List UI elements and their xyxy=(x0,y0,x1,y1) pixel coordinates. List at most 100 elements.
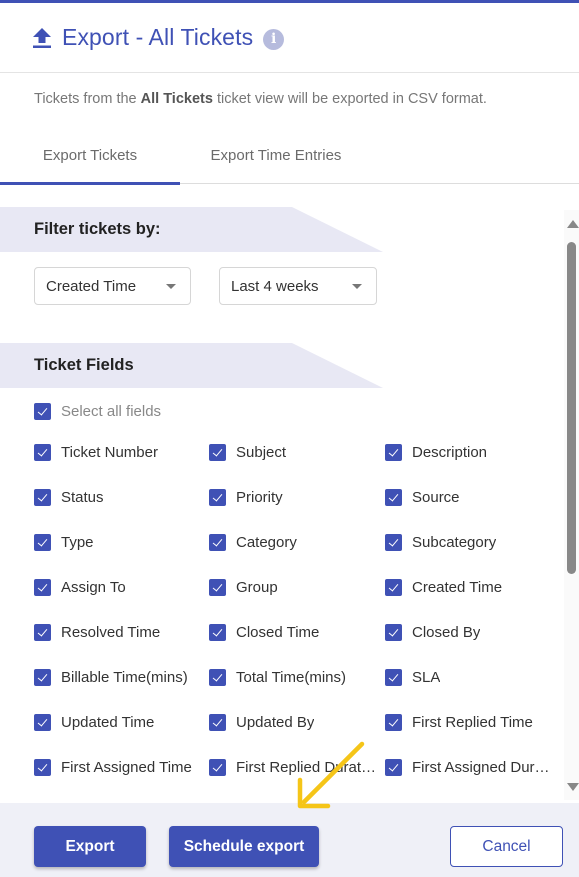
ticket-field-checkbox[interactable]: First Assigned Dur… xyxy=(385,759,550,776)
scroll-up-arrow-icon[interactable] xyxy=(567,220,579,228)
checkbox-checked-icon xyxy=(34,759,51,776)
checkbox-checked-icon xyxy=(385,489,402,506)
ticket-field-label: SLA xyxy=(412,669,441,686)
ticket-field-label: First Replied Time xyxy=(412,714,533,731)
ticket-field-checkbox[interactable]: Priority xyxy=(209,489,283,506)
checkbox-checked-icon xyxy=(385,444,402,461)
ticket-field-label: Source xyxy=(412,489,460,506)
ticket-field-checkbox[interactable]: First Assigned Time xyxy=(34,759,192,776)
checkbox-checked-icon xyxy=(34,489,51,506)
ticket-field-checkbox[interactable]: First Replied Durat… xyxy=(209,759,376,776)
schedule-export-button[interactable]: Schedule export xyxy=(169,826,319,867)
checkbox-checked-icon xyxy=(385,669,402,686)
ticket-field-checkbox[interactable]: Group xyxy=(209,579,278,596)
dialog-title: Export - All Tickets xyxy=(62,24,254,50)
ticket-field-label: Priority xyxy=(236,489,283,506)
checkbox-checked-icon xyxy=(34,579,51,596)
filter-range-select[interactable]: Last 4 weeks xyxy=(219,267,377,305)
upload-icon xyxy=(33,27,51,48)
ticket-field-label: First Assigned Dur… xyxy=(412,759,550,776)
select-all-label: Select all fields xyxy=(61,403,162,420)
ticket-field-checkbox[interactable]: Status xyxy=(34,489,104,506)
ticket-field-checkbox[interactable]: Subcategory xyxy=(385,534,496,551)
ticket-field-checkbox[interactable]: First Replied Time xyxy=(385,714,533,731)
ticket-field-label: Created Time xyxy=(412,579,503,596)
filter-section-heading: Filter tickets by: xyxy=(0,207,383,252)
export-options-scroll-area: Filter tickets by: Created Time Last 4 w… xyxy=(0,185,579,803)
filter-range-value: Last 4 weeks xyxy=(231,277,319,295)
ticket-field-label: Category xyxy=(236,534,297,551)
ticket-field-label: Status xyxy=(61,489,104,506)
ticket-field-checkbox[interactable]: Updated By xyxy=(209,714,314,731)
checkbox-checked-icon xyxy=(34,624,51,641)
ticket-field-label: Updated By xyxy=(236,714,315,731)
ticket-field-label: Subcategory xyxy=(412,534,497,551)
checkbox-checked-icon xyxy=(34,534,51,551)
dialog-footer: Export Schedule export Cancel xyxy=(0,803,579,877)
ticket-field-checkbox[interactable]: Description xyxy=(385,444,487,461)
ticket-field-checkbox[interactable]: Subject xyxy=(209,444,286,461)
vertical-scrollbar[interactable] xyxy=(564,210,579,800)
ticket-field-checkbox[interactable]: Assign To xyxy=(34,579,126,596)
ticket-field-checkbox[interactable]: Type xyxy=(34,534,94,551)
checkbox-checked-icon xyxy=(209,444,226,461)
dialog-header: Export - All Tickets i xyxy=(0,3,579,73)
checkbox-checked-icon xyxy=(34,403,51,420)
scroll-down-arrow-icon[interactable] xyxy=(567,783,579,791)
checkbox-checked-icon xyxy=(385,579,402,596)
ticket-field-label: Subject xyxy=(236,444,287,461)
ticket-field-checkbox[interactable]: Updated Time xyxy=(34,714,154,731)
checkbox-checked-icon xyxy=(385,714,402,731)
description-view-name: All Tickets xyxy=(140,91,213,107)
checkbox-checked-icon xyxy=(385,534,402,551)
ticket-field-checkbox[interactable]: Closed Time xyxy=(209,624,319,641)
ticket-field-checkbox[interactable]: Closed By xyxy=(385,624,480,641)
checkbox-checked-icon xyxy=(34,714,51,731)
ticket-field-label: Resolved Time xyxy=(61,624,161,641)
ticket-field-checkbox[interactable]: Billable Time(mins) xyxy=(34,669,188,686)
ticket-field-label: First Assigned Time xyxy=(61,759,192,776)
ticket-field-checkbox[interactable]: Ticket Number xyxy=(34,444,158,461)
checkbox-checked-icon xyxy=(209,759,226,776)
ticket-field-checkbox[interactable]: Resolved Time xyxy=(34,624,160,641)
checkbox-checked-icon xyxy=(209,534,226,551)
export-description: Tickets from the All Tickets ticket view… xyxy=(34,91,487,107)
ticket-field-label: Billable Time(mins) xyxy=(61,669,188,686)
ticket-field-checkbox[interactable]: Total Time(mins) xyxy=(209,669,346,686)
ticket-field-label: Ticket Number xyxy=(61,444,158,461)
ticket-field-label: Assign To xyxy=(61,579,126,596)
chevron-down-icon xyxy=(352,284,362,289)
select-all-fields-checkbox[interactable]: Select all fields xyxy=(34,403,161,420)
cancel-button[interactable]: Cancel xyxy=(450,826,563,867)
ticket-field-checkbox[interactable]: SLA xyxy=(385,669,440,686)
tab-export-time-entries[interactable]: Export Time Entries xyxy=(180,128,372,183)
ticket-field-label: Group xyxy=(236,579,278,596)
checkbox-checked-icon xyxy=(34,444,51,461)
ticket-field-label: First Replied Durat… xyxy=(236,759,377,776)
checkbox-checked-icon xyxy=(385,624,402,641)
ticket-field-label: Closed By xyxy=(412,624,481,641)
filter-field-select[interactable]: Created Time xyxy=(34,267,191,305)
ticket-field-checkbox[interactable]: Created Time xyxy=(385,579,502,596)
checkbox-checked-icon xyxy=(209,669,226,686)
ticket-field-checkbox[interactable]: Category xyxy=(209,534,297,551)
ticket-field-checkbox[interactable]: Source xyxy=(385,489,460,506)
checkbox-checked-icon xyxy=(34,669,51,686)
ticket-field-label: Type xyxy=(61,534,94,551)
ticket-fields-heading: Ticket Fields xyxy=(0,343,383,388)
ticket-field-label: Total Time(mins) xyxy=(236,669,347,686)
description-prefix: Tickets from the xyxy=(34,91,141,107)
filter-field-value: Created Time xyxy=(46,277,137,295)
checkbox-checked-icon xyxy=(209,624,226,641)
scrollbar-thumb[interactable] xyxy=(567,242,576,574)
checkbox-checked-icon xyxy=(209,489,226,506)
ticket-field-label: Description xyxy=(412,444,488,461)
info-icon[interactable]: i xyxy=(263,28,285,50)
ticket-field-label: Closed Time xyxy=(236,624,320,641)
export-button[interactable]: Export xyxy=(34,826,146,867)
checkbox-checked-icon xyxy=(385,759,402,776)
description-suffix: ticket view will be exported in CSV form… xyxy=(212,91,487,107)
chevron-down-icon xyxy=(166,284,176,289)
checkbox-checked-icon xyxy=(209,714,226,731)
tab-export-tickets[interactable]: Export Tickets xyxy=(0,128,180,185)
